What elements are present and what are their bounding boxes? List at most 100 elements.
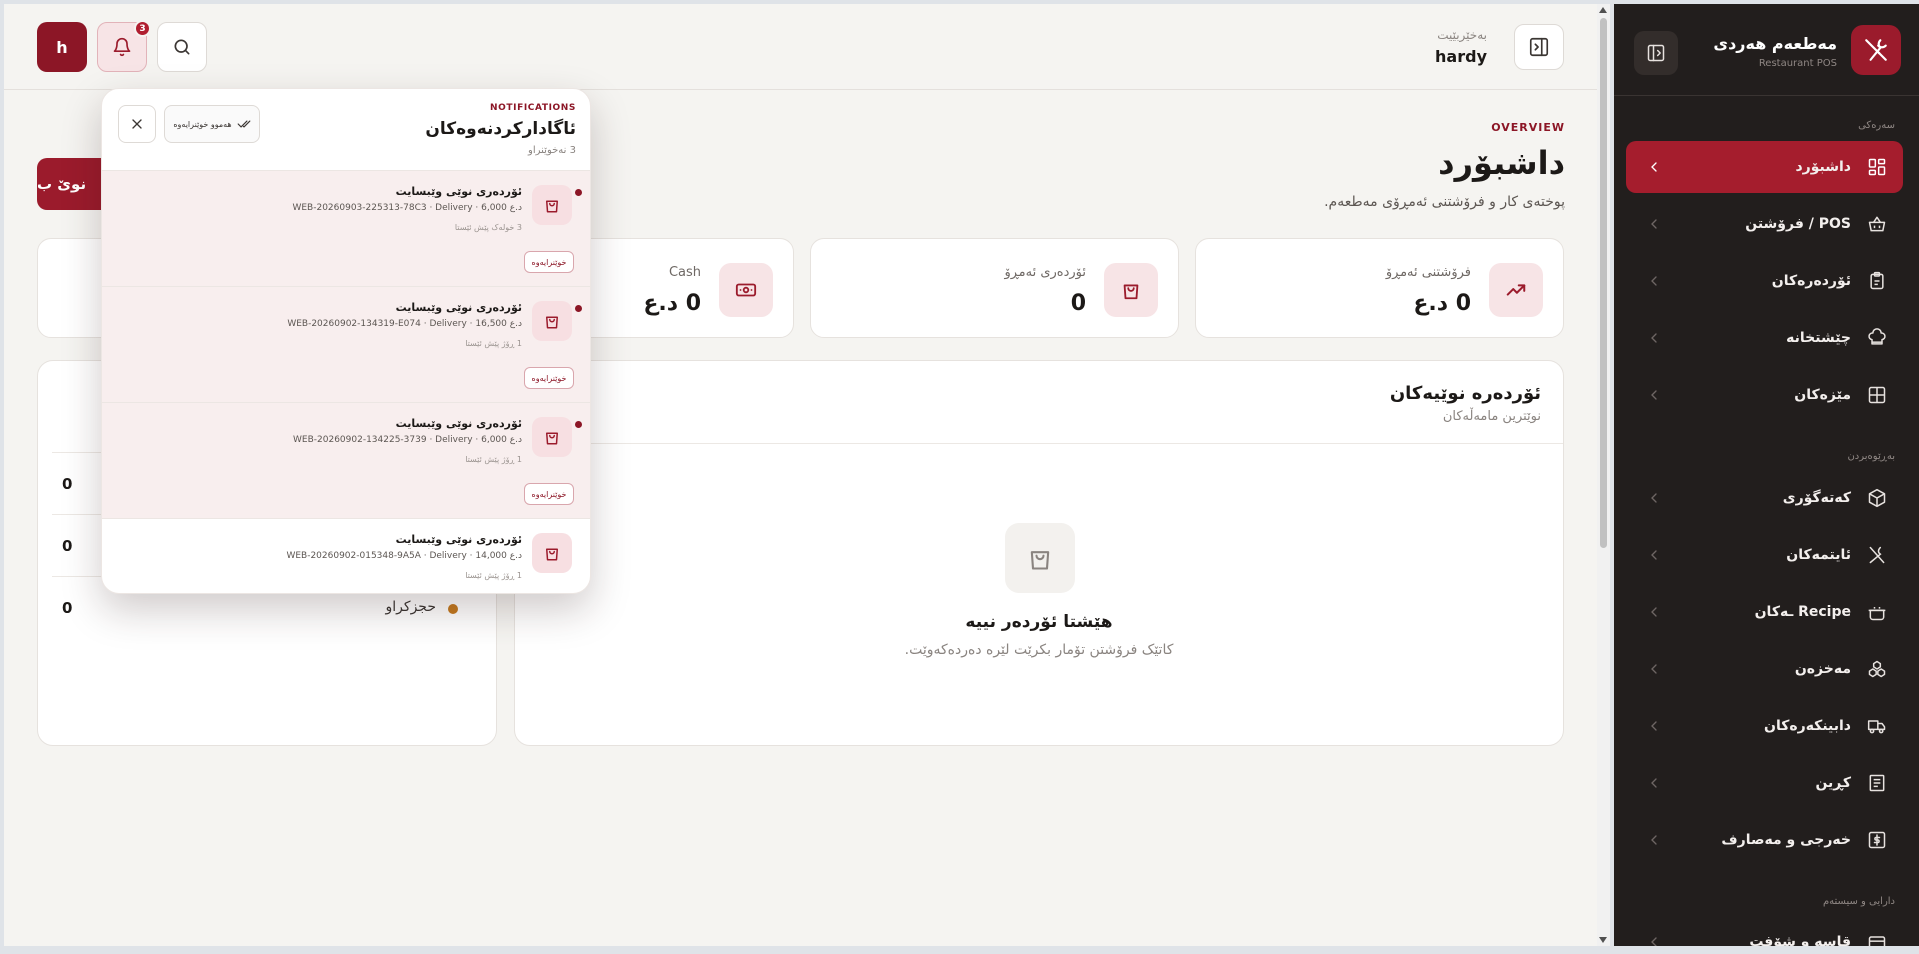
sidebar-item-label: کەتەگۆری [1782,490,1851,506]
page-scrollbar[interactable] [1597,4,1610,946]
stat-label: ئۆردەری ئەمڕۆ [1004,265,1086,280]
close-icon [129,116,145,132]
chevron-left-icon [1651,333,1657,343]
boxes-icon [1865,657,1889,681]
sidebar-item-dashboard[interactable]: داشبۆرد [1626,141,1903,193]
scroll-thumb[interactable] [1600,18,1607,548]
sidebar-item-suppliers[interactable]: دابینکەرەکان [1626,700,1903,752]
search-button[interactable] [157,22,207,72]
avatar[interactable]: h [37,22,87,72]
sidebar-item-pos[interactable]: POS / فرۆشتن [1626,198,1903,250]
unread-count: 3 نەخوێنراو [528,145,576,156]
chevron-left-icon [1651,721,1657,731]
sidebar-item-label: چێشتخانە [1786,330,1851,346]
unread-dot [575,305,582,312]
bag-icon [532,185,572,225]
sidebar-item-purchases[interactable]: کڕین [1626,757,1903,809]
notification-time: 1 ڕۆژ پێش ئێستا [465,339,522,348]
recent-orders-panel: ئۆردەرە نوێیەکان نوێترین مامەڵەکان هێشتا… [514,360,1564,746]
notification-item[interactable]: ئۆردەری نوێی وێبسایت WEB-20260902-015348… [102,519,590,593]
empty-bag-icon [1005,523,1075,593]
notification-item[interactable]: ئۆردەری نوێی وێبسایت WEB-20260902-134319… [102,287,590,403]
sidebar-item-label: ئۆردەرەکان [1771,273,1851,289]
trending-up-icon [1489,263,1543,317]
sidebar-item-label: Recipe ـەکان [1754,604,1851,620]
user-name: hardy [1435,47,1487,66]
chevron-left-icon [1651,835,1657,845]
notification-time: 1 ڕۆژ پێش ئێستا [465,455,522,464]
notification-title: ئۆردەری نوێی وێبسایت [395,417,522,430]
mark-all-label: هەموو خوێنرایەوە [173,119,232,129]
bag-icon [532,417,572,457]
chevron-left-icon [1651,778,1657,788]
panel-title: ئۆردەرە نوێیەکان [1389,383,1541,404]
chevron-left-icon [1651,219,1657,229]
overview-tag: OVERVIEW [1491,121,1565,134]
notification-item[interactable]: ئۆردەری نوێی وێبسایت WEB-20260902-134225… [102,403,590,519]
truck-icon [1865,714,1889,738]
sidebar-item-label: مێزەکان [1794,387,1851,403]
chevron-left-icon [1651,276,1657,286]
stat-card-sales: فرۆشتنی ئەمڕۆ 0 د.ع [1195,238,1564,338]
sidebar-item-label: کڕین [1815,775,1851,791]
sidebar-section-management: بەڕێوەبردن [1847,451,1895,462]
chevron-left-icon [1651,937,1657,946]
bag-icon [532,533,572,573]
stat-card-orders: ئۆردەری ئەمڕۆ 0 [810,238,1179,338]
sidebar-item-cashbox[interactable]: قاسە و شۆفت [1626,916,1903,946]
chevron-left-icon [1651,607,1657,617]
notification-detail: WEB-20260902-015348-9A5A · Delivery · 14… [286,551,522,561]
mark-read-button[interactable]: خوێنرایەوە [524,483,574,505]
bell-icon [112,37,132,57]
notifications-header: NOTIFICATIONS ئاگادارکردنەوەکان 3 نەخوێن… [102,89,590,171]
sidebar-item-label: خەرجی و مەصارف [1721,832,1851,848]
notification-count-badge: 3 [134,20,151,37]
sidebar-item-expenses[interactable]: خەرجی و مەصارف [1626,814,1903,866]
notification-item[interactable]: ئۆردەری نوێی وێبسایت WEB-20260903-225313… [102,171,590,287]
chef-hat-icon [1865,326,1889,350]
scroll-down-arrow[interactable] [1599,937,1607,943]
sidebar-item-recipes[interactable]: Recipe ـەکان [1626,586,1903,638]
close-button[interactable] [118,105,156,143]
collapse-sidebar-button[interactable] [1634,31,1678,75]
notification-title: ئۆردەری نوێی وێبسایت [395,185,522,198]
sidebar-header: مەطعەم هەردی Restaurant POS [1614,4,1919,96]
notifications-title: ئاگادارکردنەوەکان [425,119,576,139]
sidebar-item-categories[interactable]: کەتەگۆری [1626,472,1903,524]
status-label: حجزکراو [385,599,436,615]
notification-detail: WEB-20260902-134225-3739 · Delivery · 6,… [293,435,522,445]
main-content: بەخێربێیت hardy h 3 OVERVIEW داشبۆرد پوخ… [4,4,1597,946]
empty-state-subtitle: کاتێک فرۆشتن تۆمار بکرێت لێرە دەردەکەوێت… [904,642,1174,658]
mark-read-button[interactable]: خوێنرایەوە [524,367,574,389]
sidebar-item-warehouse[interactable]: مەخزەن [1626,643,1903,695]
mark-read-button[interactable]: خوێنرایەوە [524,251,574,273]
status-dot [448,604,458,614]
sidebar-item-orders[interactable]: ئۆردەرەکان [1626,255,1903,307]
notification-time: 3 خولەک پێش ئێستا [454,223,522,232]
scroll-up-arrow[interactable] [1599,7,1607,13]
sidebar-item-label: مەخزەن [1794,661,1851,677]
pot-icon [1865,600,1889,624]
notification-title: ئۆردەری نوێی وێبسایت [395,301,522,314]
dollar-icon [1865,828,1889,852]
mark-all-read-button[interactable]: هەموو خوێنرایەوە [164,105,260,143]
cashbox-icon [1865,930,1889,946]
receipt-icon [1865,771,1889,795]
box-icon [1865,486,1889,510]
toggle-panel-button[interactable] [1514,24,1564,70]
double-check-icon [237,117,251,131]
status-value: 0 [62,599,73,617]
restaurant-logo-icon [1851,25,1901,75]
unread-dot [575,421,582,428]
sidebar-item-kitchen[interactable]: چێشتخانە [1626,312,1903,364]
sidebar-item-tables[interactable]: مێزەکان [1626,369,1903,421]
notification-title: ئۆردەری نوێی وێبسایت [395,533,522,546]
sidebar-item-items[interactable]: ئایتمەکان [1626,529,1903,581]
bag-icon [532,301,572,341]
sidebar-item-label: ئایتمەکان [1786,547,1851,563]
welcome-text: بەخێربێیت [1437,28,1487,42]
stat-value: 0 د.ع [643,291,701,316]
panel-subtitle: نوێترین مامەڵەکان [1442,409,1541,424]
app-title: مەطعەم هەردی [1713,34,1837,53]
stat-value: 0 [1070,291,1086,316]
